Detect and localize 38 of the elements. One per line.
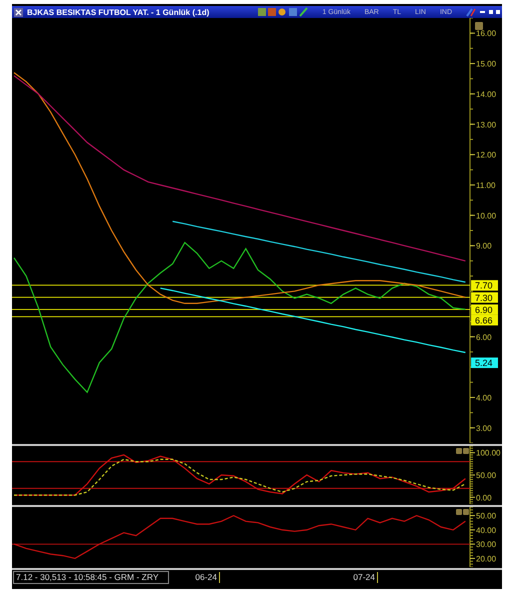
axis-label: 30.00 — [476, 540, 496, 550]
axis-label: 11.00 — [476, 180, 496, 190]
price-label: 5.24 — [471, 358, 498, 368]
date-label: 07-24 — [220, 572, 378, 582]
axis-label: 50.00 — [476, 512, 496, 521]
window-controls-icon[interactable] — [466, 7, 500, 17]
axis-label: 40.00 — [476, 526, 496, 535]
toolbar-icons-drawing[interactable] — [258, 7, 308, 17]
price-label: 7.70 — [471, 280, 498, 291]
axis-label: 14.00 — [476, 90, 496, 99]
price-label: 7.30 — [471, 292, 498, 303]
axis-label: 100.00 — [476, 448, 500, 458]
date-label: 06-24 — [169, 572, 220, 582]
y-axis — [470, 507, 476, 567]
axis-label: 50.00 — [476, 471, 496, 480]
window-title: BJKAS BESIKTAS FUTBOL YAT. - 1 Günlük (.1d) — [27, 8, 210, 16]
ref-line-label: 7.70 — [475, 280, 493, 291]
ref-line-label: 6.66 — [475, 315, 493, 326]
axis-label: 10.00 — [476, 211, 496, 220]
axis-label: 9.00 — [476, 242, 492, 251]
axis-label: 4.00 — [476, 393, 492, 402]
close-icon[interactable] — [14, 8, 23, 16]
panel-buttons-icon[interactable] — [456, 509, 469, 515]
axis-label: 0.00 — [476, 493, 492, 502]
axis-label: 16.00 — [476, 29, 496, 38]
panel-buttons-icon[interactable] — [456, 448, 469, 454]
price-label: 6.90 — [471, 304, 498, 315]
ref-line-label: 6.90 — [475, 304, 493, 315]
axis-label: 3.00 — [476, 424, 492, 433]
y-axis — [470, 446, 476, 504]
axis-label: 13.00 — [476, 120, 496, 130]
axis-label: 12.00 — [476, 150, 496, 160]
axis-label: 6.00 — [476, 332, 492, 342]
price-label: 6.66 — [471, 314, 498, 326]
axis-label: 15.00 — [476, 60, 496, 69]
axis-label: 20.00 — [476, 554, 496, 564]
status-info: 7.12 - 30,513 - 10:58:45 - GRM - ZRY — [13, 570, 169, 584]
ref-line-label: 7.30 — [475, 292, 493, 303]
